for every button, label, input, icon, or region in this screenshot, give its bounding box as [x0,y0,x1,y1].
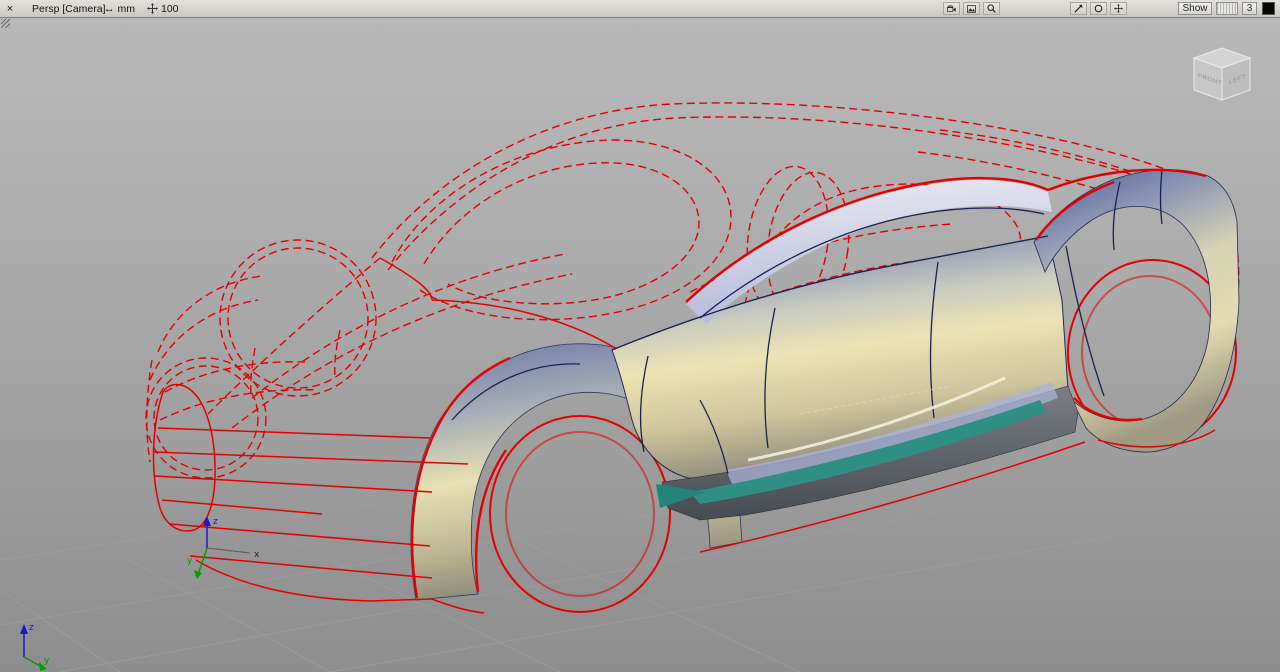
orbit-tool-button[interactable] [1090,2,1107,15]
grid-size-value: 100 [161,2,179,15]
viewport-toolbar: × Persp [Camera] ↔ mm 100 Show 3 [0,0,1280,18]
twist-tool-button[interactable] [1070,2,1087,15]
show-menu-button[interactable]: Show [1178,2,1212,15]
zoom-tool-button[interactable] [983,2,1000,15]
magnifier-icon [987,4,996,13]
snapshot-button[interactable] [963,2,980,15]
world-axes: z y [20,623,50,671]
units-control[interactable]: ↔ mm [104,1,135,16]
pan-tool-button[interactable] [1110,2,1127,15]
y-axis-label: y [187,556,193,566]
camera-toggle-button[interactable] [943,2,960,15]
close-icon: × [6,2,14,15]
pattern-button[interactable] [1216,2,1238,15]
view-cube[interactable]: FRONT LEFT [1192,47,1252,101]
origin-axes: z y x [187,516,260,579]
close-viewport-button[interactable]: × [3,1,17,16]
corner-y-label: y [44,656,50,666]
grid-size-control[interactable]: 100 [147,1,179,16]
pan-cross-icon [1114,4,1123,13]
image-icon [967,4,976,13]
viewport-canvas[interactable]: z y x z y FRONT LEFT [0,0,1280,672]
resize-arrows-icon: ↔ [104,2,115,15]
units-label: mm [117,2,136,15]
x-axis-label: x [254,550,260,560]
circle-icon [1094,4,1103,13]
panel-count-button[interactable]: 3 [1242,2,1257,15]
move-cross-icon [147,3,158,14]
application-window: z y x z y FRONT LEFT × Persp [Camera] ↔ … [0,0,1280,672]
viewport-title[interactable]: Persp [Camera] [32,1,106,16]
z-axis-label: z [213,517,218,527]
camera-icon [947,4,956,12]
diagonal-arrow-icon [1074,4,1083,13]
viewport-grip[interactable] [1,19,10,28]
corner-z-label: z [29,623,34,633]
active-color-swatch[interactable] [1262,2,1275,15]
